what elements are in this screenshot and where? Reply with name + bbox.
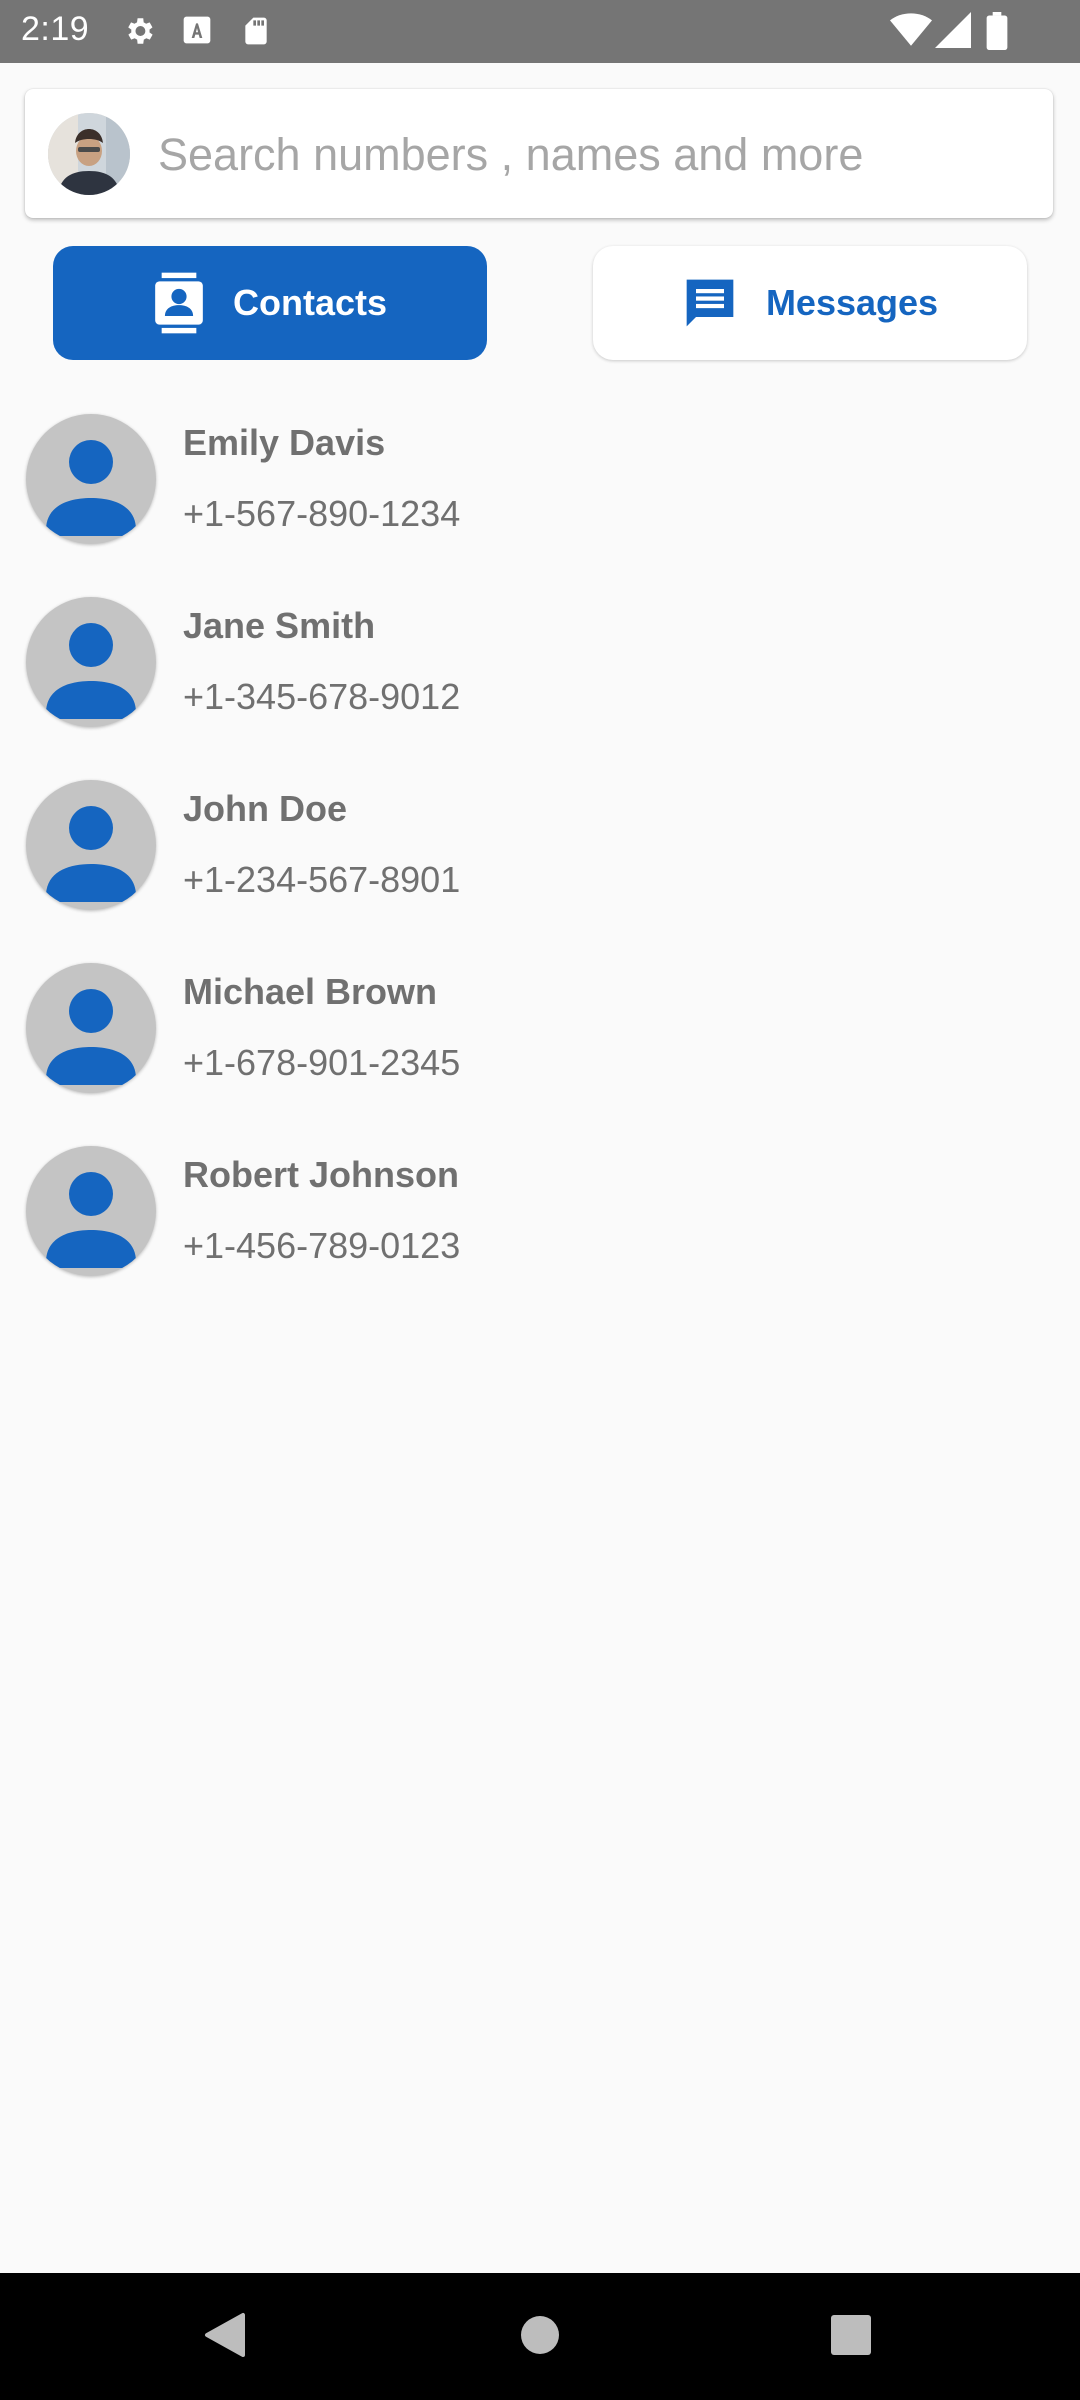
search-input[interactable]: Search numbers , names and more [158, 129, 863, 181]
tab-contacts-label: Contacts [232, 282, 388, 323]
message-icon [682, 275, 738, 331]
contact-avatar [26, 963, 156, 1093]
signal-icon [935, 12, 971, 53]
contact-phone: +1-567-890-1234 [183, 493, 461, 534]
battery-icon [986, 12, 1008, 55]
contact-phone: +1-678-901-2345 [183, 1042, 461, 1083]
recents-icon[interactable] [830, 2311, 872, 2364]
back-icon[interactable] [203, 2311, 245, 2364]
contact-phone: +1-234-567-8901 [183, 859, 461, 900]
contact-name: John Doe [183, 788, 348, 829]
home-icon[interactable] [520, 2311, 560, 2364]
contact-avatar [26, 1146, 156, 1276]
tab-contacts[interactable]: Contacts [53, 246, 487, 360]
contact-name: Emily Davis [183, 422, 386, 463]
tab-messages-label: Messages [765, 282, 939, 323]
contact-item[interactable]: Jane Smith +1-345-678-9012 [0, 591, 1080, 751]
contact-name: Michael Brown [183, 971, 438, 1012]
contact-item[interactable]: John Doe +1-234-567-8901 [0, 774, 1080, 934]
contact-avatar [26, 780, 156, 910]
navigation-bar [0, 2273, 1080, 2400]
contact-avatar [26, 597, 156, 727]
contact-item[interactable]: Michael Brown +1-678-901-2345 [0, 957, 1080, 1117]
font-a-icon [181, 14, 213, 51]
contact-name: Robert Johnson [183, 1154, 459, 1195]
contact-item[interactable]: Emily Davis +1-567-890-1234 [0, 408, 1080, 568]
contact-avatar [26, 414, 156, 544]
status-time: 2:19 [21, 10, 90, 48]
contact-item[interactable]: Robert Johnson +1-456-789-0123 [0, 1140, 1080, 1300]
contact-phone: +1-456-789-0123 [183, 1225, 461, 1266]
contact-phone: +1-345-678-9012 [183, 676, 461, 717]
sd-card-icon [240, 14, 272, 53]
contact-card-icon [153, 272, 205, 334]
search-bar[interactable]: Search numbers , names and more [25, 89, 1053, 218]
settings-icon [122, 14, 156, 53]
contact-name: Jane Smith [183, 605, 376, 646]
profile-avatar[interactable] [48, 113, 130, 195]
status-bar: 2:19 [0, 0, 1080, 63]
tab-messages[interactable]: Messages [593, 246, 1027, 360]
wifi-icon [890, 12, 932, 53]
